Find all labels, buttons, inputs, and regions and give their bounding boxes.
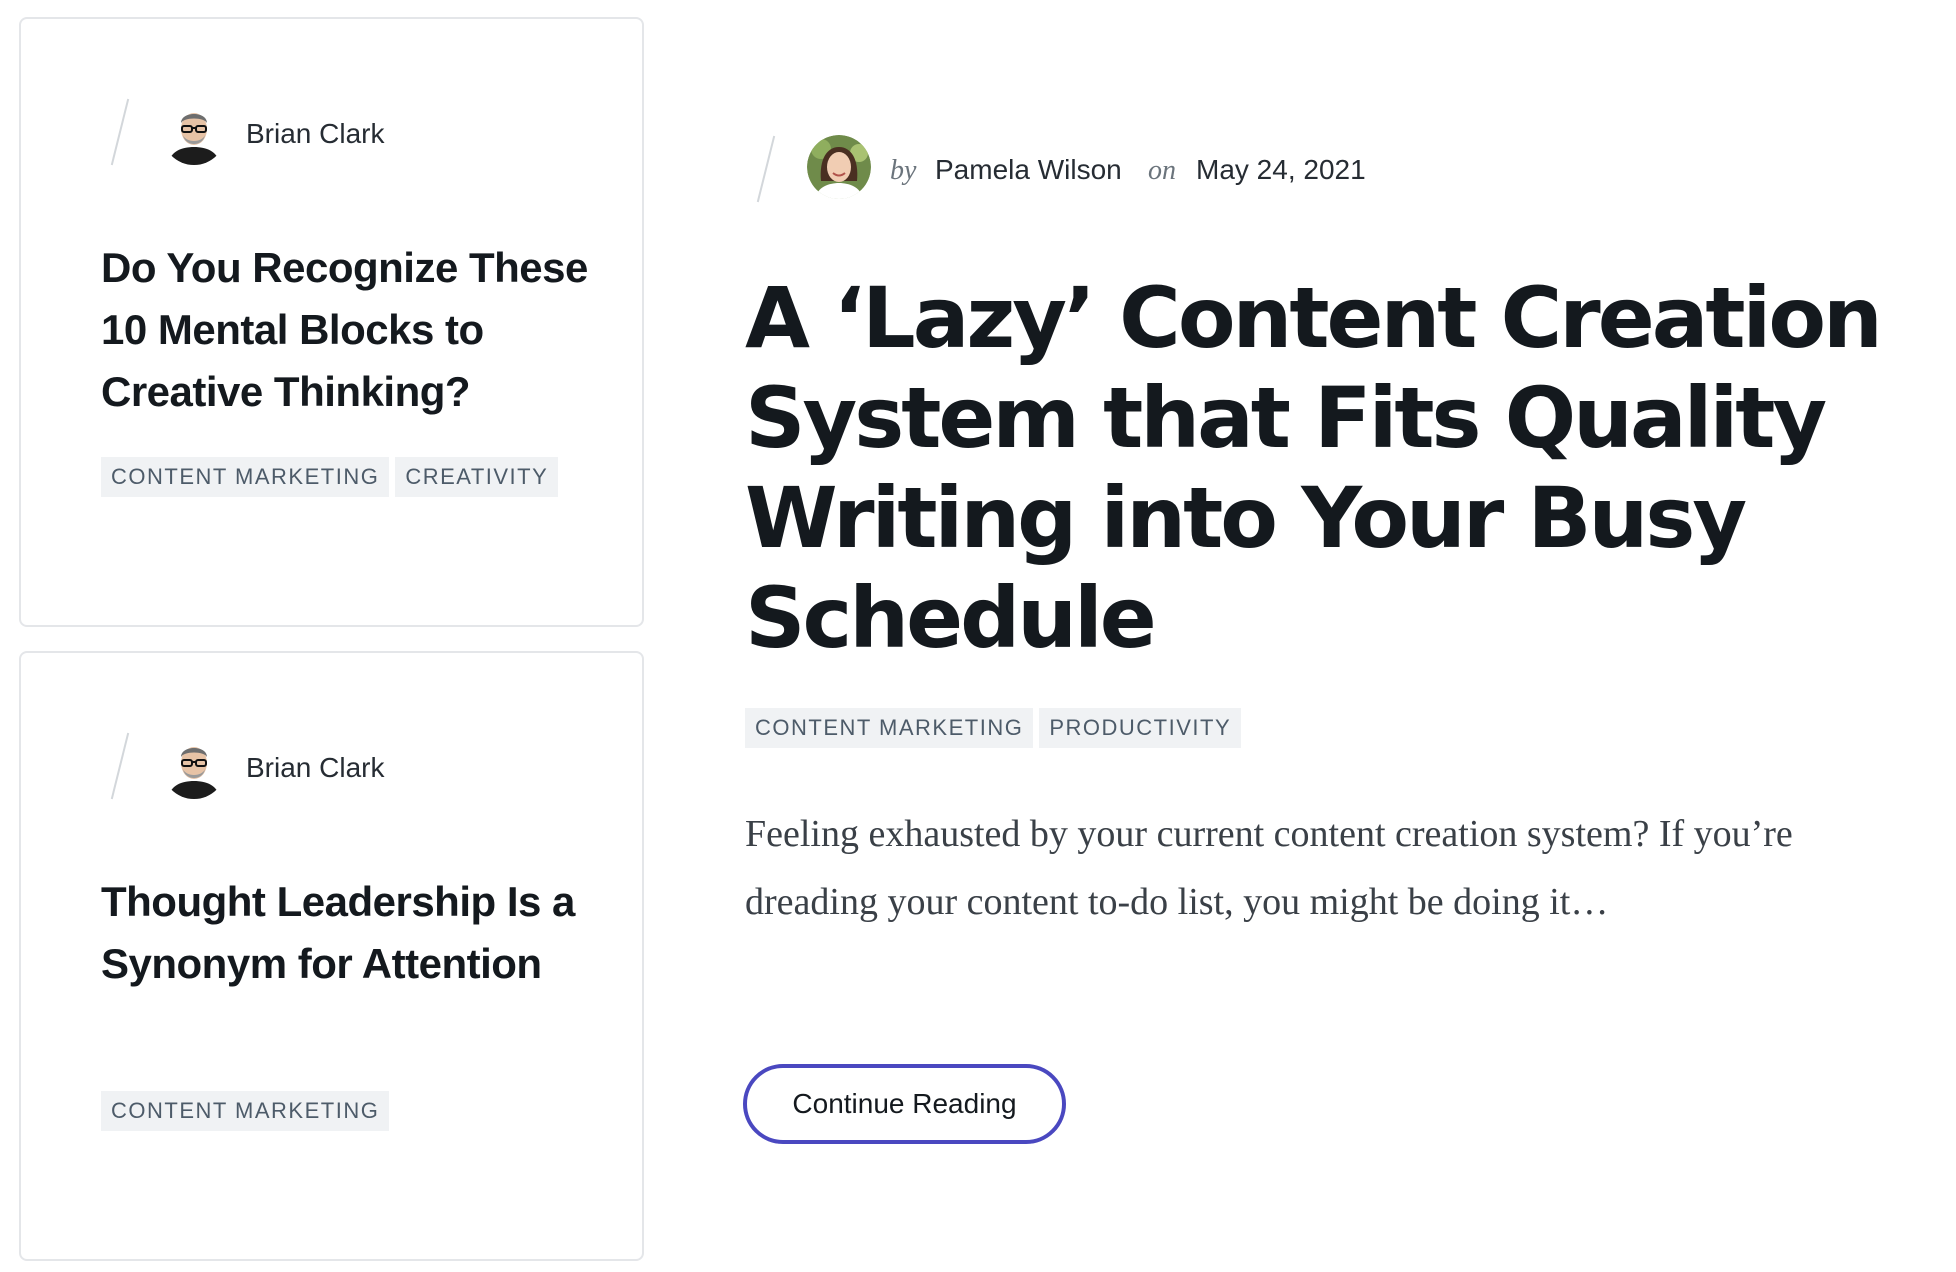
on-label: on bbox=[1148, 155, 1176, 186]
tag-list: CONTENT MARKETING bbox=[101, 1091, 390, 1131]
tag-content-marketing[interactable]: CONTENT MARKETING bbox=[745, 708, 1034, 748]
tag-content-marketing[interactable]: CONTENT MARKETING bbox=[101, 457, 390, 497]
divider-slash bbox=[110, 732, 130, 800]
tag-productivity[interactable]: PRODUCTIVITY bbox=[1039, 708, 1242, 748]
featured-title[interactable]: A ‘Lazy’ Content Creation System that Fi… bbox=[745, 268, 1885, 668]
tag-creativity[interactable]: CREATIVITY bbox=[395, 457, 559, 497]
author-name[interactable]: Brian Clark bbox=[246, 118, 384, 150]
divider-slash bbox=[110, 98, 130, 166]
post-card[interactable]: Brian Clark Thought Leadership Is a Syno… bbox=[19, 651, 644, 1261]
post-title[interactable]: Do You Recognize These 10 Mental Blocks … bbox=[101, 237, 601, 423]
author-name[interactable]: Pamela Wilson bbox=[935, 154, 1122, 186]
post-excerpt: Feeling exhausted by your current conten… bbox=[745, 813, 1793, 923]
tag-content-marketing[interactable]: CONTENT MARKETING bbox=[101, 1091, 390, 1131]
author-avatar[interactable] bbox=[807, 135, 871, 199]
tag-list: CONTENT MARKETING PRODUCTIVITY bbox=[745, 708, 1242, 748]
continue-reading-button[interactable]: Continue Reading bbox=[743, 1064, 1066, 1144]
tag-list: CONTENT MARKETING CREATIVITY bbox=[101, 457, 559, 497]
divider-slash bbox=[756, 135, 776, 203]
post-title[interactable]: Thought Leadership Is a Synonym for Atte… bbox=[101, 871, 601, 995]
author-avatar[interactable] bbox=[162, 101, 226, 165]
post-date: May 24, 2021 bbox=[1196, 154, 1366, 185]
by-label: by bbox=[890, 155, 917, 186]
author-avatar[interactable] bbox=[162, 735, 226, 799]
post-card[interactable]: Brian Clark Do You Recognize These 10 Me… bbox=[19, 17, 644, 627]
author-name[interactable]: Brian Clark bbox=[246, 752, 384, 784]
